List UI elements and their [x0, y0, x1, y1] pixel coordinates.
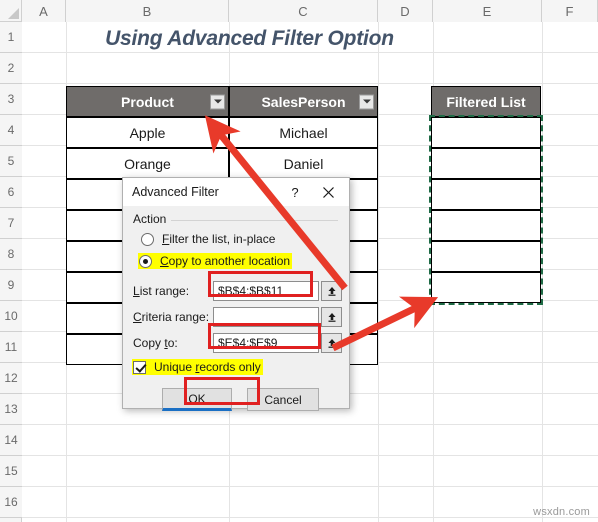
row-header-11[interactable]: 11	[0, 332, 22, 363]
criteria-range-label: Criteria range:	[133, 310, 210, 324]
list-range-label: List range:	[133, 284, 190, 298]
column-header-row: A B C D E F	[22, 0, 598, 22]
table-row[interactable]: Michael	[229, 117, 378, 148]
unique-records-only-label: Unique records only	[154, 360, 261, 374]
destination-cell[interactable]	[431, 241, 541, 272]
gridline-horizontal	[22, 517, 598, 518]
column-header-e[interactable]: E	[433, 0, 542, 22]
row-header-2[interactable]: 2	[0, 53, 22, 84]
radio-copy-to-another-location-label: Copy to another location	[160, 254, 291, 268]
gridline-horizontal	[22, 83, 598, 84]
column-header-c[interactable]: C	[229, 0, 378, 22]
row-header-1[interactable]: 1	[0, 22, 22, 53]
destination-cell[interactable]	[431, 148, 541, 179]
column-header-d[interactable]: D	[378, 0, 433, 22]
radio-filter-in-place-label: Filter the list, in-place	[162, 232, 276, 246]
page-title: Using Advanced Filter Option	[105, 26, 394, 50]
filter-dropdown-product-icon[interactable]	[210, 94, 225, 109]
table-row[interactable]: Daniel	[229, 148, 378, 179]
table-header-product[interactable]: Product	[66, 86, 229, 117]
copy-to-label: Copy to:	[133, 336, 178, 350]
radio-filter-in-place[interactable]: Filter the list, in-place	[141, 232, 275, 246]
row-header-8[interactable]: 8	[0, 239, 22, 270]
criteria-range-input[interactable]	[213, 307, 319, 327]
row-header-7[interactable]: 7	[0, 208, 22, 239]
question-mark-icon[interactable]: ?	[284, 178, 306, 206]
column-header-f[interactable]: F	[542, 0, 598, 22]
table-row[interactable]: Apple	[66, 117, 229, 148]
ok-button[interactable]: OK	[162, 388, 232, 411]
destination-cell[interactable]	[431, 272, 541, 303]
select-all-triangle-icon	[8, 8, 19, 19]
close-icon[interactable]	[313, 178, 343, 206]
gridline-horizontal	[22, 424, 598, 425]
checkbox-icon[interactable]	[133, 360, 146, 374]
row-header-column: 1 2 3 4 5 6 7 8 9 10 11 12 13 14 15 16	[0, 22, 22, 522]
table-header-salesperson[interactable]: SalesPerson	[229, 86, 378, 117]
column-header-a[interactable]: A	[22, 0, 66, 22]
collapse-dialog-icon[interactable]	[321, 333, 342, 353]
copy-to-input[interactable]: $E$4:$E$9	[213, 333, 319, 353]
action-group-label: Action	[133, 212, 172, 226]
row-header-15[interactable]: 15	[0, 456, 22, 487]
column-header-b[interactable]: B	[66, 0, 229, 22]
gridline-vertical	[542, 22, 543, 522]
filter-dropdown-salesperson-icon[interactable]	[359, 94, 374, 109]
row-header-14[interactable]: 14	[0, 425, 22, 456]
table-header-salesperson-label: SalesPerson	[261, 93, 346, 110]
row-header-9[interactable]: 9	[0, 270, 22, 301]
row-header-5[interactable]: 5	[0, 146, 22, 177]
radio-copy-to-another-location-icon[interactable]	[139, 254, 152, 268]
dialog-title: Advanced Filter	[132, 185, 219, 199]
radio-filter-in-place-icon[interactable]	[141, 232, 154, 246]
excel-screenshot: A B C D E F 1 2 3 4 5 6 7 8 9 10 11 12 1…	[0, 0, 598, 522]
collapse-dialog-icon[interactable]	[321, 281, 342, 301]
row-header-10[interactable]: 10	[0, 301, 22, 332]
gridline-vertical	[378, 22, 379, 522]
row-header-4[interactable]: 4	[0, 115, 22, 146]
destination-cell[interactable]	[431, 210, 541, 241]
list-range-input[interactable]: $B$4:$B$11	[213, 281, 319, 301]
watermark: wsxdn.com	[533, 506, 590, 518]
table-row[interactable]: Orange	[66, 148, 229, 179]
select-all-corner[interactable]	[0, 0, 22, 22]
row-header-16[interactable]: 16	[0, 487, 22, 518]
destination-header[interactable]: Filtered List	[431, 86, 541, 117]
row-header-3[interactable]: 3	[0, 84, 22, 115]
table-header-product-label: Product	[121, 93, 174, 110]
row-header-12[interactable]: 12	[0, 363, 22, 394]
dialog-title-bar[interactable]: Advanced Filter ?	[123, 178, 349, 206]
destination-cell[interactable]	[431, 179, 541, 210]
dialog-body: Action Filter the list, in-place Copy to…	[123, 206, 349, 411]
advanced-filter-dialog[interactable]: Advanced Filter ? Action Filter the list…	[122, 177, 350, 411]
row-header-6[interactable]: 6	[0, 177, 22, 208]
cancel-button[interactable]: Cancel	[247, 388, 319, 411]
destination-cell[interactable]	[431, 117, 541, 148]
collapse-dialog-icon[interactable]	[321, 307, 342, 327]
row-header-13[interactable]: 13	[0, 394, 22, 425]
radio-copy-to-another-location[interactable]: Copy to another location	[138, 253, 293, 269]
gridline-horizontal	[22, 486, 598, 487]
gridline-horizontal	[22, 455, 598, 456]
unique-records-only-checkbox[interactable]: Unique records only	[132, 359, 263, 375]
